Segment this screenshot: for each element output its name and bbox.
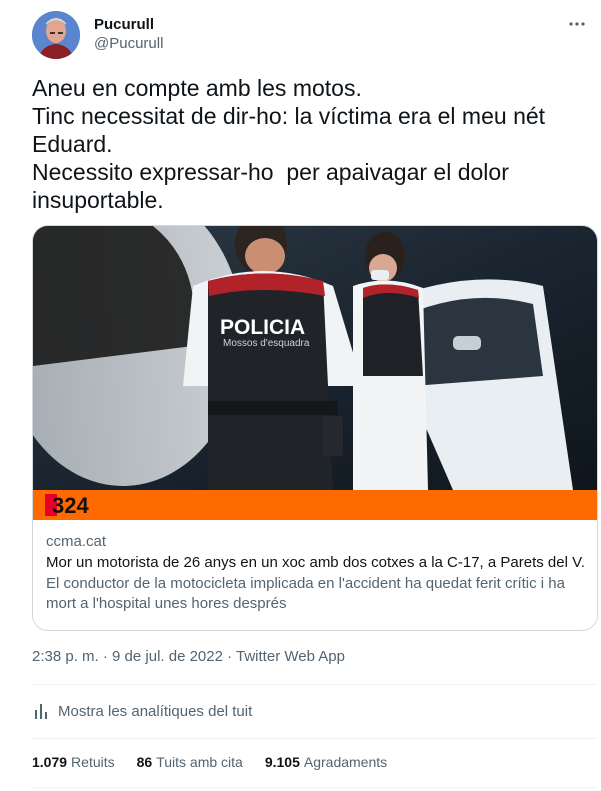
more-dots-icon: [568, 15, 586, 38]
tweet-stats: 1.079 Retuits 86 Tuits amb cita 9.105 Ag…: [32, 754, 409, 770]
stat-label: Tuits amb cita: [156, 754, 243, 770]
stat-quote-tweets[interactable]: 86 Tuits amb cita: [137, 754, 243, 770]
stat-likes[interactable]: 9.105 Agradaments: [265, 754, 387, 770]
link-card[interactable]: POLICIA Mossos d'esquadra 324 ccma.cat M…: [32, 225, 598, 631]
tweet-line: insuportable.: [32, 187, 164, 213]
tweet-line: Eduard.: [32, 131, 113, 157]
avatar[interactable]: [32, 11, 80, 59]
stat-value: 1.079: [32, 754, 68, 770]
divider: [32, 787, 597, 788]
stat-label: Agradaments: [303, 754, 388, 770]
vest-text: POLICIA: [220, 316, 305, 339]
card-description: El conductor de la motocicleta implicada…: [46, 575, 565, 612]
tweet-line: Tinc necessitat de dir-ho: la víctima er…: [32, 103, 546, 129]
tweet-text: Aneu en compte amb les motos. Tinc neces…: [32, 74, 592, 214]
card-logo-text: 324: [52, 493, 89, 518]
tweet-timestamp[interactable]: 2:38 p. m. · 9 de jul. de 2022 · Twitter…: [32, 648, 345, 665]
tweet-line: Necessito expressar-ho per apaivagar el …: [32, 159, 509, 185]
analytics-label: Mostra les analítiques del tuit: [58, 702, 253, 720]
card-image[interactable]: POLICIA Mossos d'esquadra 324: [33, 226, 597, 520]
bar-chart-icon: [32, 701, 52, 721]
more-options-button[interactable]: [565, 14, 589, 38]
tweet-header: Pucurull @Pucurull: [32, 8, 601, 64]
divider: [32, 738, 597, 739]
stat-label: Retuits: [71, 754, 115, 770]
vest-subtext: Mossos d'esquadra: [223, 338, 310, 349]
author-name[interactable]: Pucurull: [94, 16, 154, 33]
stat-retweets[interactable]: 1.079 Retuits: [32, 754, 115, 770]
analytics-link[interactable]: Mostra les analítiques del tuit: [32, 700, 252, 722]
stat-value: 86: [136, 754, 153, 770]
card-domain: ccma.cat: [46, 533, 107, 550]
card-title: Mor un motorista de 26 anys en un xoc am…: [46, 554, 586, 571]
tweet-line: Aneu en compte amb les motos.: [32, 75, 362, 101]
author-handle[interactable]: @Pucurull: [94, 35, 163, 52]
divider: [32, 684, 597, 685]
stat-value: 9.105: [264, 754, 300, 770]
